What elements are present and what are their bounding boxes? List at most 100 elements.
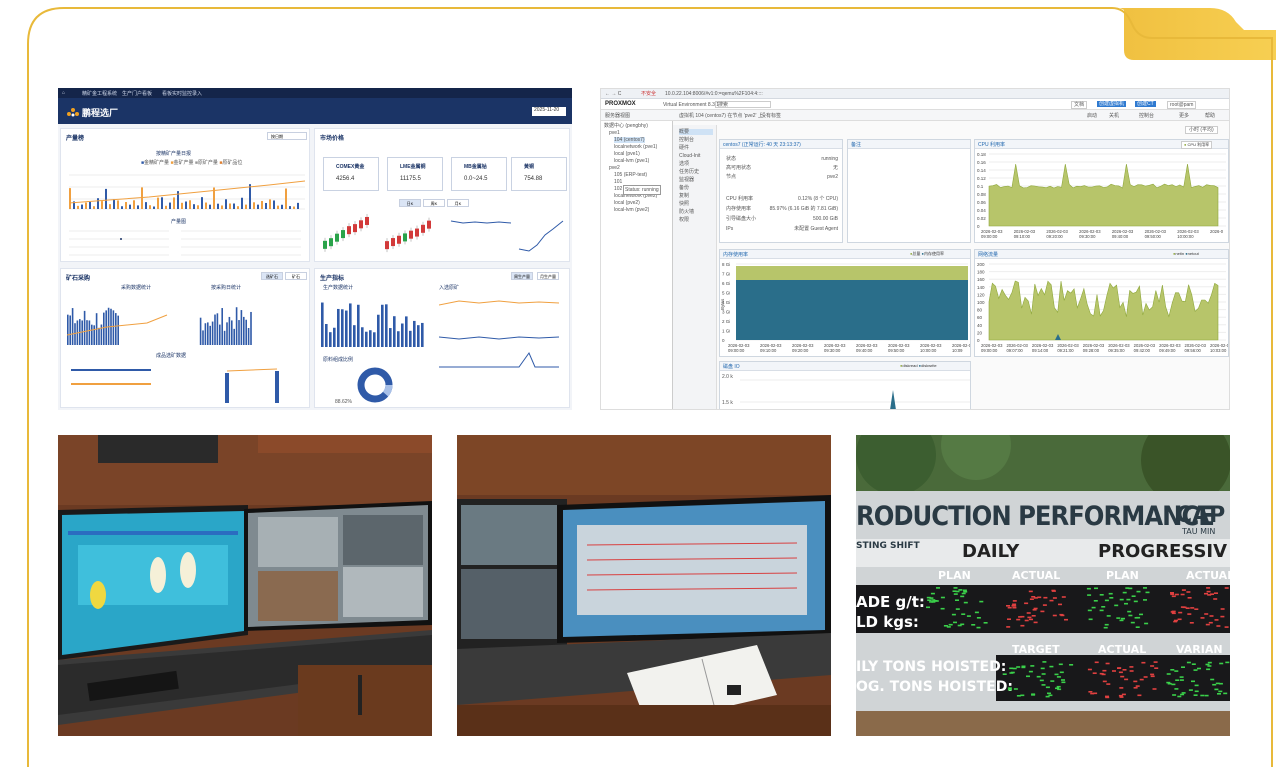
photo-control-room-2-image	[457, 435, 831, 736]
vm-menu-item[interactable]: 控制台	[679, 137, 694, 143]
summary-label: CPU 利用率	[726, 196, 753, 202]
nav-tab-3[interactable]: 看板实时监控录入	[162, 90, 202, 97]
search-input[interactable]: 搜索	[715, 101, 771, 108]
back-icon[interactable]: ← → C	[605, 91, 621, 97]
svg-text:09:20:00: 09:20:00	[1046, 234, 1063, 239]
vm-menu-item[interactable]: 快照	[679, 201, 689, 207]
cpu-legend[interactable]: ● CPU 利用率	[1181, 141, 1213, 149]
tree-node[interactable]: 数据中心 (pengbhy)	[604, 123, 648, 129]
cpu-chart: 0.18 0.16 0.14 0.12 0.1 0.08 0.06 0.04 0.02 0 2026…	[977, 152, 1226, 239]
mining-tab-2[interactable]: 矿石	[285, 272, 307, 280]
vm-menu-item[interactable]: 复制	[679, 193, 689, 199]
nav-tab-1[interactable]: 精矿金工程系统	[82, 90, 117, 97]
svg-text:160: 160	[977, 277, 985, 282]
mining-sub-title: 成品选矿数据	[156, 353, 187, 359]
tree-node[interactable]: local (pve1)	[614, 151, 640, 157]
vm-menu-item[interactable]: 选项	[679, 161, 689, 167]
production-dropdown[interactable]: 按日期	[267, 132, 307, 140]
disk-chart-panel: 磁盘 IO ●diskread ●diskwrite 2.0 k 1.5 k	[719, 361, 971, 409]
vm-menu-item[interactable]: Cloud-Init	[679, 153, 700, 159]
shutdown-button[interactable]: 关机	[1109, 113, 1119, 119]
tree-node[interactable]: 105 (ERP-test)	[614, 172, 647, 178]
production-legend: ■金精矿产量 ■金矿产量 ■原矿产量 ■原矿品位	[141, 160, 243, 166]
svg-text:09:21:00: 09:21:00	[1057, 348, 1074, 353]
disk-y-tick: 1.5 k	[722, 400, 733, 406]
summary-label: 高可用状态	[726, 165, 752, 171]
console-button[interactable]: 控制台	[1139, 113, 1154, 119]
tree-view-select[interactable]: 服务器视图	[605, 113, 630, 119]
tree-node[interactable]: localnetwork (pve1)	[614, 144, 657, 150]
date-picker[interactable]: 2025-11-20	[532, 107, 566, 116]
dashboard-nav: ⌂ 精矿金工程系统 生产门户看板 看板实时监控录入	[58, 88, 572, 98]
summary-label: 状态	[726, 156, 737, 162]
vm-menu-item[interactable]: 概要	[679, 129, 713, 135]
production-chart	[69, 174, 305, 210]
tab-day-k[interactable]: 日K	[399, 199, 421, 207]
vm-menu-item[interactable]: 监视器	[679, 177, 694, 183]
svg-text:09:00:00: 09:00:00	[981, 348, 998, 353]
mining-sub-chart	[71, 368, 279, 403]
svg-text:0: 0	[722, 338, 725, 343]
svg-text:6 Gi: 6 Gi	[722, 281, 730, 286]
create-ct-button[interactable]: 创建CT	[1135, 101, 1156, 107]
tree-node[interactable]: 102	[614, 186, 622, 192]
vm-menu-item[interactable]: 硬件	[679, 145, 689, 151]
nav-tab-2[interactable]: 生产门户看板	[122, 90, 152, 97]
tab-month-k[interactable]: 月K	[447, 199, 469, 207]
docs-button[interactable]: 文档	[1071, 101, 1088, 109]
production-sub-chart	[69, 230, 169, 256]
dashboard-screenshot: ⌂ 精矿金工程系统 生产门户看板 看板实时监控录入 鹏程选厂 2025-11-2…	[58, 88, 572, 410]
svg-text:10:00:00: 10:00:00	[1177, 234, 1194, 239]
memory-chart-panel: 内存使用率 ●总量 ●内存使用率 8 Gi 7 Gi 6 Gi 5 Gi 4 Gi 3 G…	[719, 249, 971, 357]
svg-text:09:00:00: 09:00:00	[981, 234, 998, 239]
summary-title: centos7 (正常运行: 40 天 23:13:37)	[720, 140, 842, 149]
address-bar[interactable]: 10.0.22.104:8006/#v1:0:=qemu%2F104:4::::	[665, 91, 763, 97]
disk-legend[interactable]: ●diskread ●diskwrite	[900, 363, 937, 368]
network-legend[interactable]: ●netin ●netout	[1173, 251, 1199, 256]
svg-text:09:50:00: 09:50:00	[1145, 234, 1162, 239]
svg-text:Bytes: Bytes	[720, 298, 725, 310]
svg-text:09:49:00: 09:49:00	[1159, 348, 1176, 353]
network-chart: 2001801601401201008060402002026-02-0309:…	[977, 262, 1228, 353]
svg-text:09:10:00: 09:10:00	[1014, 234, 1031, 239]
time-range-select[interactable]: 小时 (平均)	[1185, 126, 1218, 134]
svg-text:0.08: 0.08	[977, 192, 986, 197]
vm-menu-item[interactable]: 备份	[679, 185, 689, 191]
tree-node[interactable]: pve2	[609, 165, 620, 171]
price-card-gold: COMEX黄金 4256.4	[323, 157, 379, 191]
svg-text:20: 20	[977, 330, 983, 335]
output-tab-1[interactable]: 周生产量	[511, 272, 533, 280]
tree-node[interactable]: pve1	[609, 130, 620, 136]
price-card-copper: LME金属铜 11175.5	[387, 157, 443, 191]
tree-node[interactable]: local (pve2)	[614, 200, 640, 206]
svg-text:09:28:00: 09:28:00	[1083, 348, 1100, 353]
vm-menu-item[interactable]: 防火墙	[679, 209, 694, 215]
tab-week-k[interactable]: 周K	[423, 199, 445, 207]
output-title: 生产指标	[320, 276, 345, 282]
output-chart	[321, 302, 424, 347]
memory-legend[interactable]: ●总量 ●内存使用率	[910, 251, 944, 257]
svg-text:09:30:00: 09:30:00	[824, 348, 841, 353]
notes-panel: 备注	[847, 139, 971, 243]
svg-text:0.04: 0.04	[977, 208, 986, 213]
svg-text:09:40:00: 09:40:00	[856, 348, 873, 353]
svg-text:09:10:00: 09:10:00	[760, 348, 777, 353]
create-vm-button[interactable]: 创建虚拟机	[1097, 101, 1127, 107]
tree-node[interactable]: local-lvm (pve2)	[614, 207, 649, 213]
output-tab-2[interactable]: 月生产量	[537, 272, 559, 280]
summary-value: 0.12% (8 个 CPU)	[797, 196, 838, 202]
user-menu[interactable]: root@pam	[1167, 101, 1197, 109]
more-button[interactable]: 更多	[1179, 113, 1189, 119]
home-icon[interactable]: ⌂	[62, 90, 65, 96]
tree-node[interactable]: 101	[614, 179, 622, 185]
start-button[interactable]: 启动	[1087, 113, 1097, 119]
vm-menu-item[interactable]: 任务历史	[679, 169, 699, 175]
tree-node[interactable]: 104 (centos7)	[614, 137, 645, 143]
svg-text:09:42:00: 09:42:00	[1134, 348, 1151, 353]
help-button[interactable]: 帮助	[1205, 113, 1215, 119]
svg-text:09:20:00: 09:20:00	[792, 348, 809, 353]
tree-node[interactable]: local-lvm (pve1)	[614, 158, 649, 164]
vm-menu-item[interactable]: 权限	[679, 217, 689, 223]
dashboard-logo-text: 鹏程选厂	[82, 108, 119, 118]
mining-tab-1[interactable]: 选矿石	[261, 272, 283, 280]
